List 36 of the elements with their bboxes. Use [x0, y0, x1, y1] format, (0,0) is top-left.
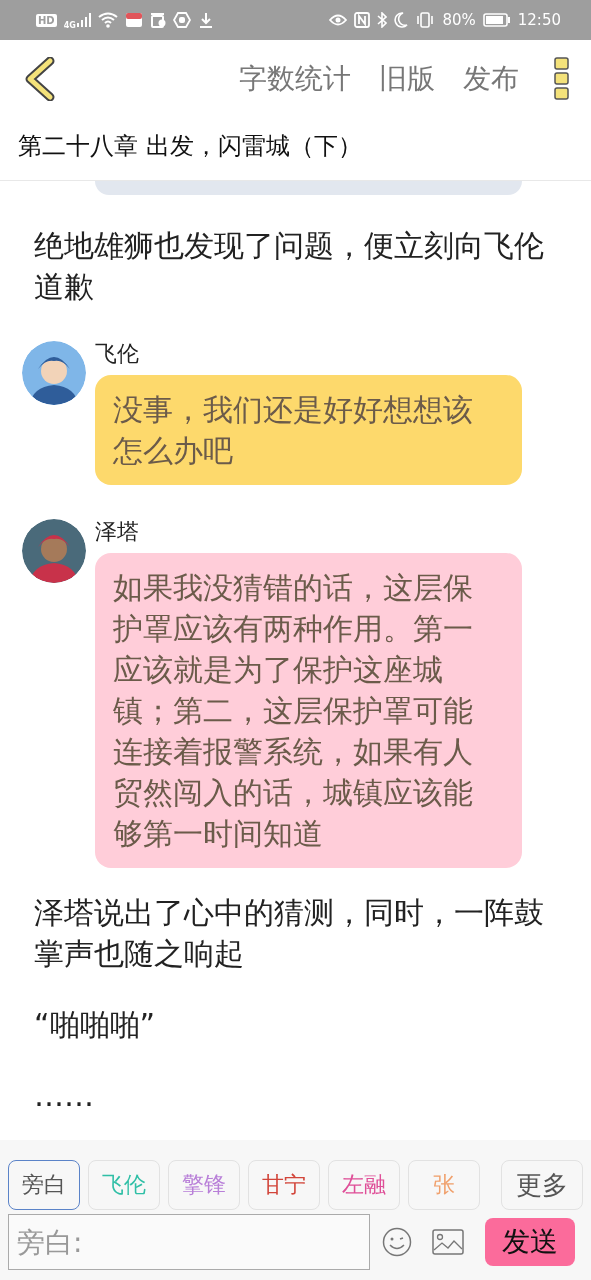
header-action[interactable]: 字数统计: [239, 60, 351, 98]
character-chip[interactable]: 旁白: [8, 1160, 80, 1210]
header-action[interactable]: 发布: [463, 60, 519, 98]
download-icon: [197, 12, 214, 28]
box-icon: [124, 12, 143, 28]
moon-icon: [394, 12, 409, 28]
nfc-icon: [354, 12, 371, 28]
character-chip[interactable]: 擎锋: [168, 1160, 240, 1210]
narration-text: 泽塔说出了心中的猜测，同时，一阵鼓掌声也随之响起: [33, 894, 545, 973]
send-button[interactable]: 发送: [485, 1218, 575, 1266]
header-action[interactable]: 旧版: [379, 60, 435, 98]
more-button[interactable]: 更多: [501, 1160, 583, 1210]
character-chip[interactable]: 甘宁: [248, 1160, 320, 1210]
speaker-name: 飞伦: [95, 341, 140, 367]
narration-text: “啪啪啪”: [33, 1006, 157, 1044]
trash-icon: [149, 12, 166, 28]
battery-percent: 80%: [442, 11, 476, 29]
signal-icon: [76, 13, 91, 27]
battery-icon: [482, 13, 511, 27]
emoji-icon[interactable]: [382, 1227, 412, 1257]
image-icon[interactable]: [432, 1229, 464, 1255]
wifi-icon: [97, 12, 118, 28]
message-bubble: 如果我没猜错的话，这层保护罩应该有两种作用。第一应该就是为了保护这座城镇；第二，这层保护罩可能连接着报警系统，如果有人贸然闯入的话，城镇应该能够第一时间知道: [95, 553, 522, 868]
message-input[interactable]: 旁白:: [8, 1214, 370, 1270]
vibrate-icon: [415, 12, 436, 28]
clock: 12:50: [517, 11, 561, 29]
narration-text: ……: [33, 1077, 95, 1115]
character-chip[interactable]: 左融: [328, 1160, 400, 1210]
narration-text: 绝地雄狮也发现了问题，便立刻向飞伦道歉: [33, 227, 545, 306]
network-label: 4G: [63, 20, 76, 30]
speaker-name: 泽塔: [95, 519, 140, 545]
bluetooth-icon: [377, 12, 388, 28]
more-menu-icon[interactable]: [553, 56, 571, 102]
hd-badge: HD: [36, 13, 57, 27]
message-bubble: 没事，我们还是好好想想该怎么办吧: [95, 375, 522, 485]
eye-icon: [329, 14, 348, 26]
